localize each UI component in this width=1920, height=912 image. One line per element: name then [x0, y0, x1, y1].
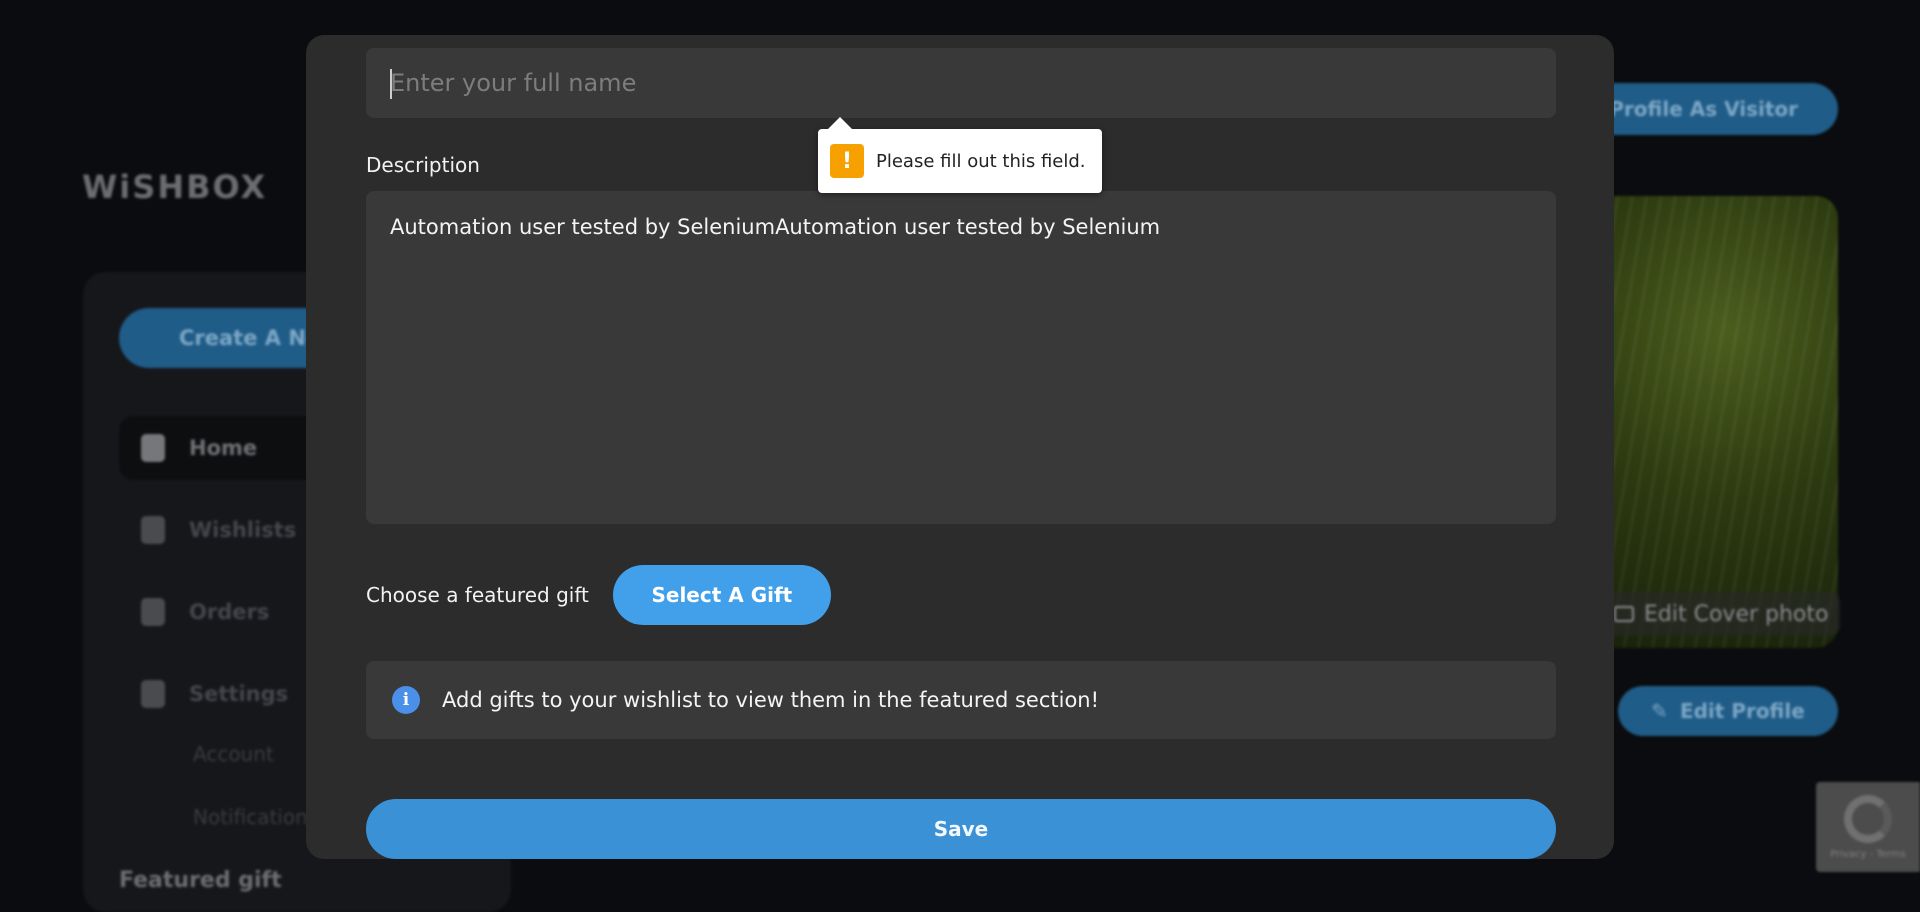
warning-icon: ! [830, 144, 864, 178]
box-icon [139, 598, 167, 626]
camera-icon [1614, 606, 1634, 622]
select-gift-button[interactable]: Select A Gift [612, 565, 831, 625]
sidebar-item-label: Orders [189, 600, 270, 624]
clipboard-icon [139, 434, 167, 462]
gear-icon [139, 680, 167, 708]
recaptcha-icon [1844, 794, 1892, 843]
info-message: i Add gifts to your wishlist to view the… [366, 661, 1556, 739]
subnav-notification[interactable]: Notification [193, 805, 308, 829]
gift-list-icon [139, 516, 167, 544]
validation-tooltip: ! Please fill out this field. [818, 117, 1102, 193]
sidebar-item-label: Home [189, 436, 258, 460]
text-caret [390, 69, 392, 99]
subnav-account[interactable]: Account [193, 742, 274, 766]
featured-gift-row: Choose a featured gift Select A Gift [366, 565, 831, 625]
wishbox-logo: WiSHBOX [82, 168, 268, 206]
description-label: Description [366, 153, 480, 177]
info-icon: i [392, 686, 420, 714]
sidebar-item-label: Wishlists [189, 518, 297, 542]
full-name-input[interactable] [366, 48, 1556, 118]
featured-gift-heading: Featured gift [119, 868, 282, 893]
edit-cover-label: Edit Cover photo [1644, 601, 1829, 627]
choose-featured-gift-label: Choose a featured gift [366, 583, 589, 607]
recaptcha-text: Privacy - Terms [1830, 848, 1906, 860]
info-text: Add gifts to your wishlist to view them … [442, 688, 1100, 712]
pencil-icon: ✎ [1651, 699, 1668, 723]
description-textarea[interactable]: Automation user tested by SeleniumAutoma… [366, 191, 1556, 524]
sidebar-item-label: Settings [189, 682, 289, 706]
recaptcha-badge[interactable]: Privacy - Terms [1816, 782, 1920, 872]
edit-profile-button[interactable]: ✎ Edit Profile [1618, 686, 1838, 736]
edit-cover-photo-button[interactable]: Edit Cover photo [1604, 592, 1840, 636]
edit-profile-label: Edit Profile [1679, 699, 1805, 723]
save-button[interactable]: Save [366, 799, 1556, 859]
validation-message: Please fill out this field. [876, 150, 1086, 172]
